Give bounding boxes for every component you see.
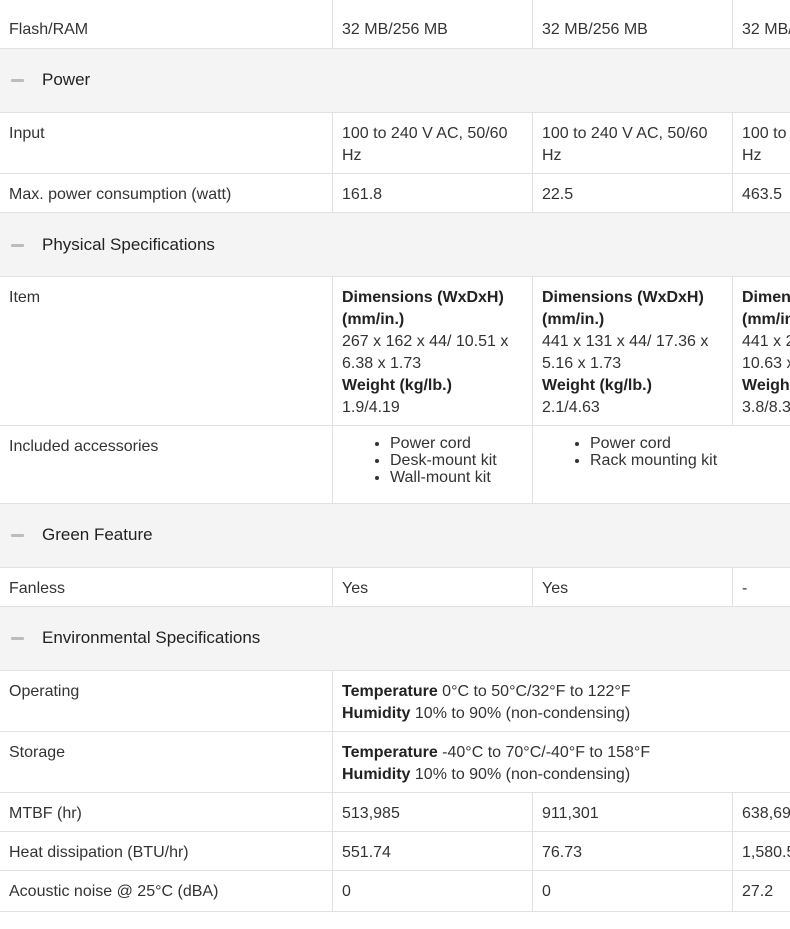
value-cell: 1,580.54: [732, 832, 790, 870]
humidity-label: Humidity: [342, 705, 411, 722]
weight-value: 1.9/4.19: [342, 399, 400, 416]
row-label: Operating: [9, 683, 80, 700]
value-cell: Dimensions (WxDxH) (mm/in.) 441 x 270 x …: [732, 277, 790, 425]
weight-label: Weight (kg/lb.): [742, 377, 790, 394]
spec-table: Flash/RAM 32 MB/256 MB 32 MB/256 MB 32 M…: [0, 0, 790, 929]
value-cell: Power cord Rack mounting kit: [532, 426, 790, 503]
value-cell: 911,301: [532, 793, 732, 831]
value-cell: Yes: [532, 568, 732, 606]
value-cell: 32 MB/256 MB: [332, 0, 532, 48]
row-label: Max. power consumption (watt): [9, 186, 232, 203]
dimensions-label: Dimensions (WxDxH) (mm/in.): [742, 289, 790, 328]
value-cell: 27.2: [732, 871, 790, 911]
list-item: Power cord: [590, 435, 790, 452]
row-input: Input 100 to 240 V AC, 50/60 Hz 100 to 2…: [0, 113, 790, 174]
weight-label: Weight (kg/lb.): [342, 377, 452, 394]
row-item: Item Dimensions (WxDxH) (mm/in.) 267 x 1…: [0, 277, 790, 426]
collapse-minus-icon[interactable]: [9, 525, 29, 545]
section-power[interactable]: Power: [0, 49, 790, 113]
value-cell: Power cord Desk-mount kit Wall-mount kit: [332, 426, 532, 503]
row-label: Item: [9, 289, 41, 306]
collapse-minus-icon[interactable]: [9, 628, 29, 648]
section-title: Environmental Specifications: [42, 628, 261, 647]
row-label: Included accessories: [9, 438, 159, 455]
temperature-label: Temperature: [342, 683, 438, 700]
accessory-list: Power cord Desk-mount kit Wall-mount kit: [342, 435, 523, 486]
value-cell: 161.8: [332, 174, 532, 212]
humidity-label: Humidity: [342, 766, 411, 783]
weight-label: Weight (kg/lb.): [542, 377, 652, 394]
value-cell: 0: [532, 871, 732, 911]
section-title: Green Feature: [42, 525, 153, 544]
weight-value: 2.1/4.63: [542, 399, 600, 416]
row-label: Fanless: [9, 580, 66, 597]
list-item: Desk-mount kit: [390, 452, 523, 469]
value-cell: 513,985: [332, 793, 532, 831]
row-label: Heat dissipation (BTU/hr): [9, 844, 189, 861]
section-physical-specifications[interactable]: Physical Specifications: [0, 213, 790, 277]
list-item: Rack mounting kit: [590, 452, 790, 469]
row-label: MTBF (hr): [9, 805, 82, 822]
row-label: Flash/RAM: [9, 21, 89, 38]
row-heat-dissipation: Heat dissipation (BTU/hr) 551.74 76.73 1…: [0, 832, 790, 871]
row-flash-ram: Flash/RAM 32 MB/256 MB 32 MB/256 MB 32 M…: [0, 0, 790, 49]
temperature-value: -40°C to 70°C/-40°F to 158°F: [437, 744, 651, 761]
list-item: Power cord: [390, 435, 523, 452]
row-label: Acoustic noise @ 25°C (dBA): [9, 883, 219, 900]
humidity-value: 10% to 90% (non-condensing): [410, 705, 631, 722]
collapse-minus-icon[interactable]: [9, 235, 29, 255]
value-cell: 638,697: [732, 793, 790, 831]
value-cell: 0: [332, 871, 532, 911]
temperature-value: 0°C to 50°C/32°F to 122°F: [437, 683, 631, 700]
value-cell: 32 MB/256 MB: [732, 0, 790, 48]
value-cell: Dimensions (WxDxH) (mm/in.) 441 x 131 x …: [532, 277, 732, 425]
row-operating: Operating Temperature 0°C to 50°C/32°F t…: [0, 671, 790, 732]
row-acoustic-noise: Acoustic noise @ 25°C (dBA) 0 0 27.2: [0, 871, 790, 912]
value-cell: 100 to 240 V AC, 50/60 Hz: [732, 113, 790, 173]
section-environmental-specifications[interactable]: Environmental Specifications: [0, 607, 790, 671]
humidity-value: 10% to 90% (non-condensing): [410, 766, 631, 783]
value-cell: Yes: [332, 568, 532, 606]
row-fanless: Fanless Yes Yes -: [0, 568, 790, 607]
row-mtbf: MTBF (hr) 513,985 911,301 638,697: [0, 793, 790, 832]
row-storage: Storage Temperature -40°C to 70°C/-40°F …: [0, 732, 790, 793]
value-cell: 32 MB/256 MB: [532, 0, 732, 48]
section-title: Power: [42, 70, 91, 89]
accessory-list: Power cord Rack mounting kit: [542, 435, 790, 469]
value-cell: 463.5: [732, 174, 790, 212]
dimensions-label: Dimensions (WxDxH) (mm/in.): [342, 289, 504, 328]
dimensions-label: Dimensions (WxDxH) (mm/in.): [542, 289, 704, 328]
value-cell: 100 to 240 V AC, 50/60 Hz: [332, 113, 532, 173]
row-max-power: Max. power consumption (watt) 161.8 22.5…: [0, 174, 790, 213]
weight-value: 3.8/8.38: [742, 399, 790, 416]
section-title: Physical Specifications: [42, 235, 215, 254]
dimensions-value: 441 x 270 x 44/ 17.36 x 10.63 x 1.73: [742, 333, 790, 372]
row-included-accessories: Included accessories Power cord Desk-mou…: [0, 426, 790, 504]
value-cell: Temperature 0°C to 50°C/32°F to 122°F Hu…: [332, 671, 790, 731]
value-cell: Temperature -40°C to 70°C/-40°F to 158°F…: [332, 732, 790, 792]
value-cell: Dimensions (WxDxH) (mm/in.) 267 x 162 x …: [332, 277, 532, 425]
value-cell: 100 to 240 V AC, 50/60 Hz: [532, 113, 732, 173]
row-label: Storage: [9, 744, 66, 761]
value-cell: -: [732, 568, 790, 606]
section-green-feature[interactable]: Green Feature: [0, 504, 790, 568]
dimensions-value: 441 x 131 x 44/ 17.36 x 5.16 x 1.73: [542, 333, 709, 372]
value-cell: 551.74: [332, 832, 532, 870]
dimensions-value: 267 x 162 x 44/ 10.51 x 6.38 x 1.73: [342, 333, 509, 372]
value-cell: 22.5: [532, 174, 732, 212]
collapse-minus-icon[interactable]: [9, 70, 29, 90]
list-item: Wall-mount kit: [390, 469, 523, 486]
temperature-label: Temperature: [342, 744, 438, 761]
value-cell: 76.73: [532, 832, 732, 870]
row-label: Input: [9, 125, 45, 142]
